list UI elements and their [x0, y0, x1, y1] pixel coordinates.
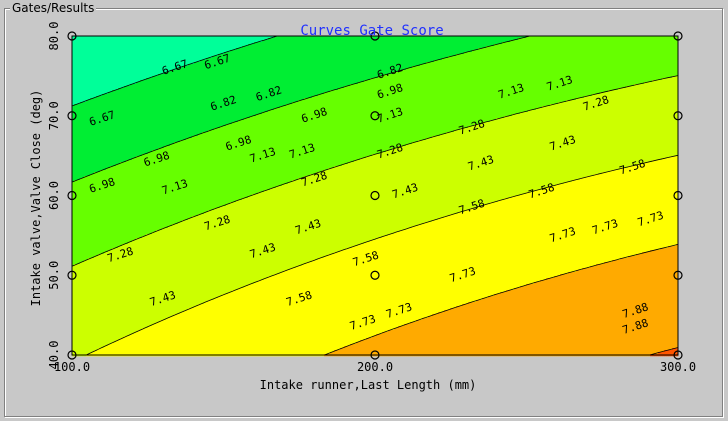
contour-plot: 6.67 6.676.676.82 6.826.826.986.986.986.98…	[0, 0, 728, 421]
y-tick-label: 80.0	[47, 22, 61, 51]
y-axis-ticks: 40.0 50.0 60.0 70.0 80.0	[47, 22, 61, 370]
y-tick-label: 50.0	[47, 261, 61, 290]
y-tick-label: 40.0	[47, 341, 61, 370]
x-axis-label: Intake runner,Last Length (mm)	[260, 378, 477, 392]
chart-title: Curves Gate Score	[300, 23, 443, 39]
y-axis-label: Intake valve,Valve Close (deg)	[29, 90, 43, 307]
x-tick-label: 200.0	[357, 360, 393, 374]
x-axis-ticks: 100.0 200.0 300.0	[54, 360, 696, 374]
y-tick-label: 60.0	[47, 181, 61, 210]
y-tick-label: 70.0	[47, 101, 61, 130]
x-tick-label: 300.0	[660, 360, 696, 374]
